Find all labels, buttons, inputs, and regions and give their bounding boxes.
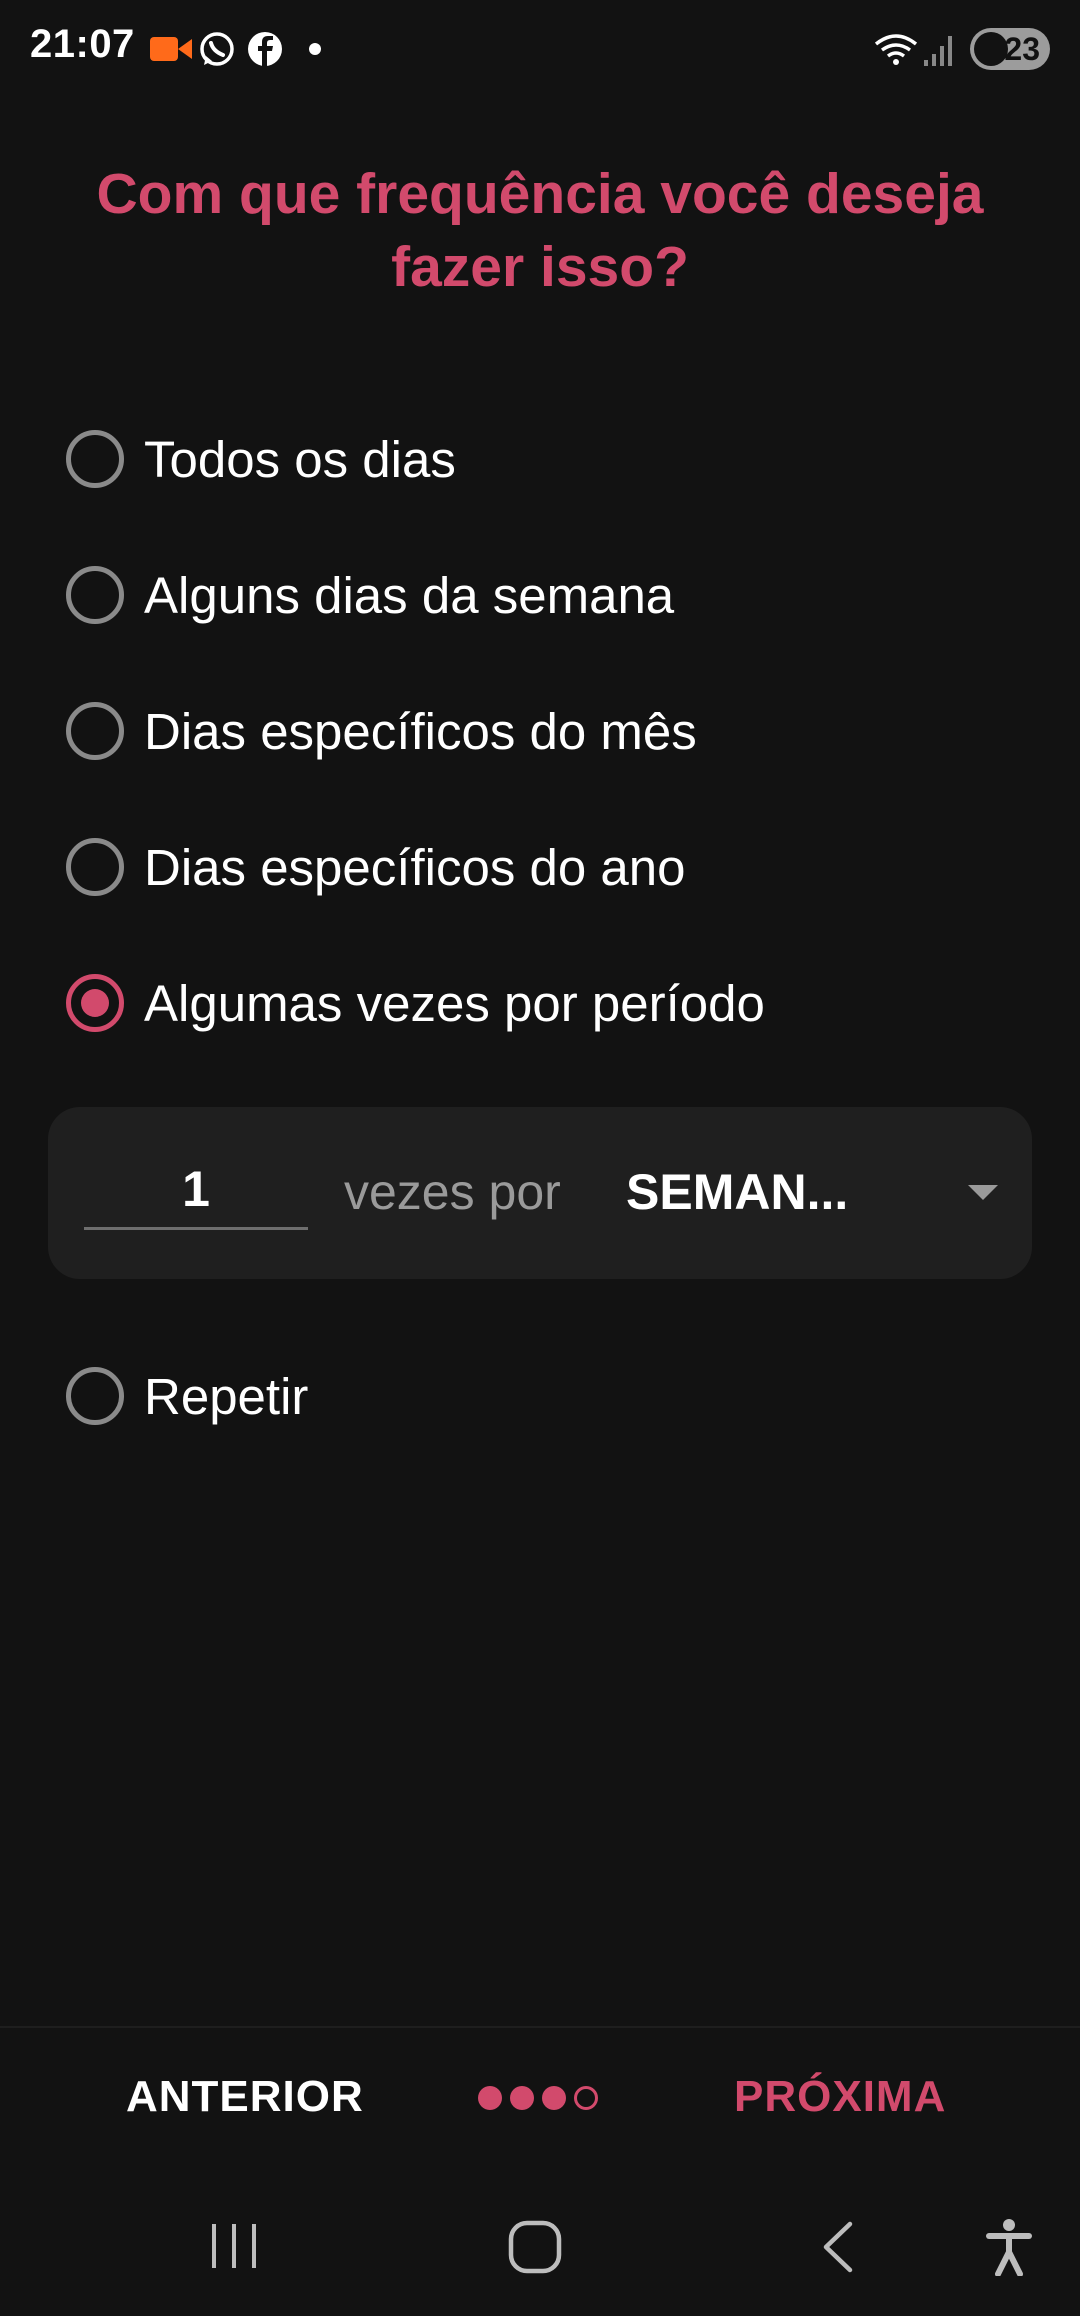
recent-apps-icon[interactable] xyxy=(206,2222,262,2275)
dropdown-arrow-icon xyxy=(968,1185,998,1200)
next-button[interactable]: PRÓXIMA xyxy=(734,2072,946,2122)
radio-button[interactable] xyxy=(66,1367,124,1425)
times-per-label: vezes por xyxy=(344,1164,561,1220)
frequency-card: 1 vezes por SEMAN... xyxy=(48,1107,1032,1279)
divider xyxy=(0,2026,1080,2028)
battery-icon: 23 xyxy=(970,28,1050,70)
period-value: SEMAN... xyxy=(626,1164,849,1220)
back-icon[interactable] xyxy=(818,2220,858,2279)
home-icon[interactable] xyxy=(508,2220,562,2279)
status-bar: 21:07 23 xyxy=(0,0,1080,96)
option-dias-especificos-do-mes[interactable]: Dias específicos do mês xyxy=(66,701,697,761)
whatsapp-icon xyxy=(198,30,236,73)
period-dropdown[interactable]: SEMAN... xyxy=(626,1151,1006,1235)
notification-dot-icon xyxy=(308,42,322,61)
option-repetir[interactable]: Repetir xyxy=(66,1366,308,1426)
times-count-input[interactable]: 1 xyxy=(84,1157,308,1230)
option-dias-especificos-do-ano[interactable]: Dias específicos do ano xyxy=(66,837,685,897)
option-label: Algumas vezes por período xyxy=(144,974,765,1032)
option-label: Dias específicos do ano xyxy=(144,838,686,896)
option-label: Alguns dias da semana xyxy=(144,566,675,624)
page-title: Com que frequência você deseja fazer iss… xyxy=(96,162,984,299)
step-dot-filled xyxy=(510,2086,534,2110)
step-dot-empty xyxy=(574,2086,598,2110)
radio-button[interactable] xyxy=(66,430,124,488)
option-label: Todos os dias xyxy=(144,430,456,488)
signal-icon xyxy=(924,32,956,73)
radio-button[interactable] xyxy=(66,838,124,896)
step-dot-filled xyxy=(478,2086,502,2110)
facebook-icon xyxy=(246,30,284,73)
accessibility-icon[interactable] xyxy=(986,2218,1032,2281)
battery-level: 23 xyxy=(1004,31,1040,67)
step-dot-filled xyxy=(542,2086,566,2110)
option-label: Repetir xyxy=(144,1367,309,1425)
video-call-icon xyxy=(150,34,192,69)
system-nav-bar xyxy=(0,2200,1080,2290)
wifi-icon xyxy=(874,32,918,73)
option-algumas-vezes-por-periodo[interactable]: Algumas vezes por período xyxy=(66,973,765,1033)
previous-button[interactable]: ANTERIOR xyxy=(126,2072,364,2122)
radio-button-selected[interactable] xyxy=(66,974,124,1032)
step-indicator xyxy=(478,2086,598,2110)
radio-button[interactable] xyxy=(66,566,124,624)
radio-button[interactable] xyxy=(66,702,124,760)
option-todos-os-dias[interactable]: Todos os dias xyxy=(66,429,456,489)
option-alguns-dias-da-semana[interactable]: Alguns dias da semana xyxy=(66,565,674,625)
status-time: 21:07 xyxy=(30,22,135,66)
option-label: Dias específicos do mês xyxy=(144,702,697,760)
